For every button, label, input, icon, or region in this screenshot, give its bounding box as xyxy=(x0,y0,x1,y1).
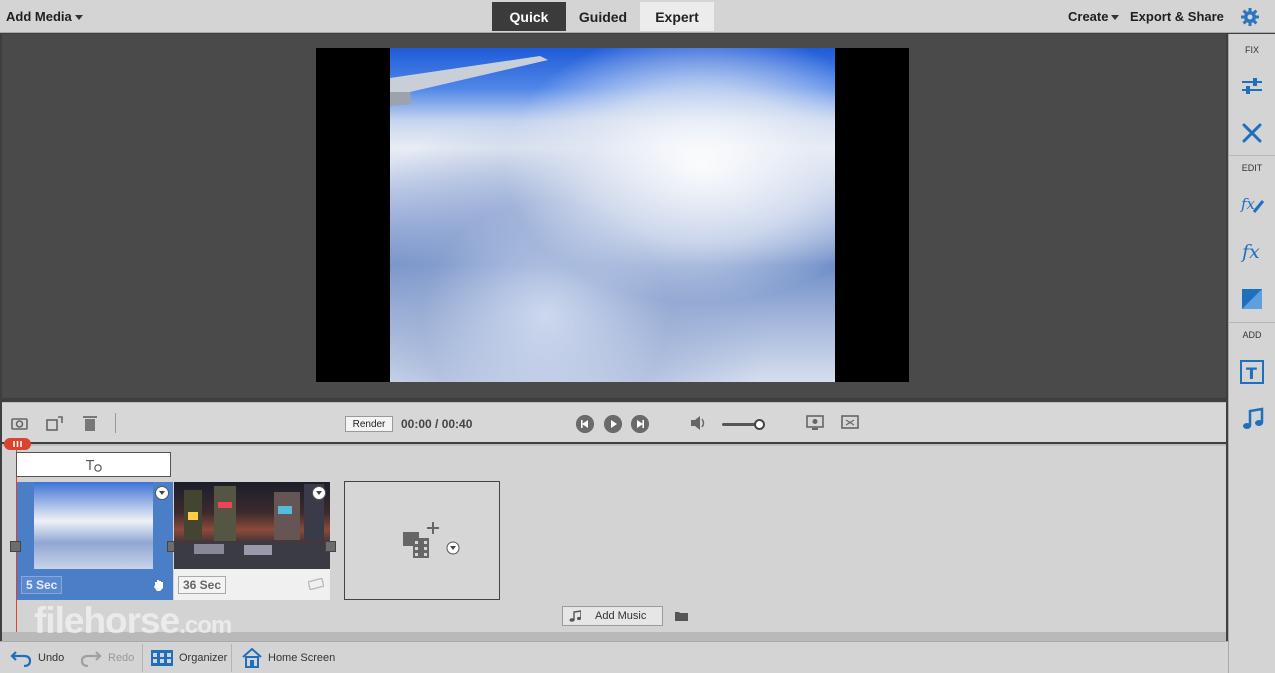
right-tool-panel: FIX EDIT fx fx ADD T xyxy=(1228,34,1275,673)
preview-monitor xyxy=(2,34,1226,398)
clip-duration: 5 Sec xyxy=(21,576,63,594)
redo-icon xyxy=(80,651,102,667)
add-media-drop-zone[interactable] xyxy=(344,481,500,600)
add-video-icon xyxy=(403,522,439,558)
chevron-down-icon xyxy=(74,15,83,21)
export-share-button[interactable]: Export & Share xyxy=(1130,9,1224,24)
music-icon[interactable] xyxy=(1240,407,1264,431)
gear-icon[interactable] xyxy=(1240,7,1260,27)
clip-badge-icon xyxy=(308,578,324,590)
clip-menu-icon[interactable] xyxy=(155,486,169,500)
home-screen-label: Home Screen xyxy=(268,652,336,664)
fix-section-label: FIX xyxy=(1244,45,1259,55)
undo-button[interactable]: Undo xyxy=(10,642,64,673)
titles-icon[interactable]: T xyxy=(1240,360,1264,384)
create-label: Create xyxy=(1068,9,1109,24)
add-section-label: ADD xyxy=(1242,330,1262,340)
monitor-settings-icon[interactable] xyxy=(806,415,824,431)
city-scene-graphic xyxy=(174,484,330,569)
fx-edit-icon[interactable]: fx xyxy=(1240,192,1264,216)
watermark-logo: filehorse.com xyxy=(34,600,232,641)
rotate-icon[interactable] xyxy=(46,415,64,431)
music-note-icon xyxy=(569,610,581,622)
tab-expert[interactable]: Expert xyxy=(640,2,714,31)
svg-text:T: T xyxy=(86,459,94,472)
chevron-down-icon xyxy=(1111,15,1120,21)
clip-duration: 36 Sec xyxy=(178,576,227,594)
mode-switcher: Quick Guided Expert xyxy=(492,2,714,31)
clip-thumbnail xyxy=(174,482,330,569)
timeline-clip[interactable]: 5 Sec xyxy=(17,482,173,600)
clip-trim-handle[interactable] xyxy=(325,541,336,552)
home-screen-button[interactable]: Home Screen xyxy=(242,642,335,673)
volume-slider-knob[interactable] xyxy=(754,419,766,430)
add-media-label: Add Media xyxy=(6,9,72,24)
organizer-button[interactable]: Organizer xyxy=(151,642,227,673)
organizer-label: Organizer xyxy=(179,652,228,664)
add-title-icon: T xyxy=(86,459,102,472)
clip-thumbnail xyxy=(34,482,153,569)
clip-trim-handle[interactable] xyxy=(10,541,21,552)
tab-quick[interactable]: Quick xyxy=(492,2,566,31)
video-frame[interactable] xyxy=(316,48,909,382)
airplane-wing-graphic xyxy=(390,56,548,106)
playback-control-bar: Render 00:00 / 00:40 xyxy=(2,402,1226,442)
svg-text:fx: fx xyxy=(1240,241,1260,263)
playhead-grip-icon xyxy=(13,441,22,447)
camera-icon[interactable] xyxy=(11,415,29,431)
panel-divider xyxy=(1229,322,1275,323)
bottom-bar: Undo Redo Organizer Home Screen xyxy=(0,641,1228,673)
transitions-icon[interactable] xyxy=(1240,287,1264,311)
tab-guided[interactable]: Guided xyxy=(566,2,640,31)
volume-icon[interactable] xyxy=(690,415,708,431)
undo-icon xyxy=(10,651,32,667)
top-bar: Add Media Quick Guided Expert Create Exp… xyxy=(0,0,1275,33)
redo-label: Redo xyxy=(108,652,135,664)
video-preview-image xyxy=(390,48,835,382)
create-menu[interactable]: Create xyxy=(1068,9,1120,24)
playhead-handle[interactable] xyxy=(4,438,31,450)
chevron-down-icon[interactable] xyxy=(446,541,460,555)
title-track-slot[interactable]: T xyxy=(16,452,171,477)
undo-label: Undo xyxy=(38,652,65,664)
tools-icon[interactable] xyxy=(1240,121,1264,145)
clip-menu-icon[interactable] xyxy=(312,486,326,500)
trash-icon[interactable] xyxy=(81,415,99,431)
organizer-icon xyxy=(151,650,173,666)
panel-divider xyxy=(1229,155,1275,156)
folder-icon[interactable] xyxy=(674,610,689,622)
skip-back-icon[interactable] xyxy=(576,415,594,433)
bottom-divider xyxy=(142,644,143,672)
adjustments-icon[interactable] xyxy=(1240,74,1264,98)
hand-icon[interactable] xyxy=(152,578,166,592)
timecode-display: 00:00 / 00:40 xyxy=(401,417,473,431)
timeline-clip[interactable]: 36 Sec xyxy=(174,482,330,600)
effects-icon[interactable]: fx xyxy=(1240,239,1264,263)
fullscreen-icon[interactable] xyxy=(841,415,859,431)
render-button[interactable]: Render xyxy=(345,416,393,432)
redo-button[interactable]: Redo xyxy=(80,642,134,673)
skip-forward-icon[interactable] xyxy=(631,415,649,433)
add-music-label: Add Music xyxy=(595,610,647,622)
add-media-menu[interactable]: Add Media xyxy=(6,9,83,24)
toolbar-divider xyxy=(115,413,116,433)
play-icon[interactable] xyxy=(604,415,622,433)
svg-text:T: T xyxy=(1246,364,1257,383)
bottom-divider xyxy=(231,644,232,672)
home-icon xyxy=(242,648,262,668)
edit-section-label: EDIT xyxy=(1241,163,1263,173)
add-music-button[interactable]: Add Music xyxy=(562,606,663,626)
svg-text:fx: fx xyxy=(1240,195,1256,213)
